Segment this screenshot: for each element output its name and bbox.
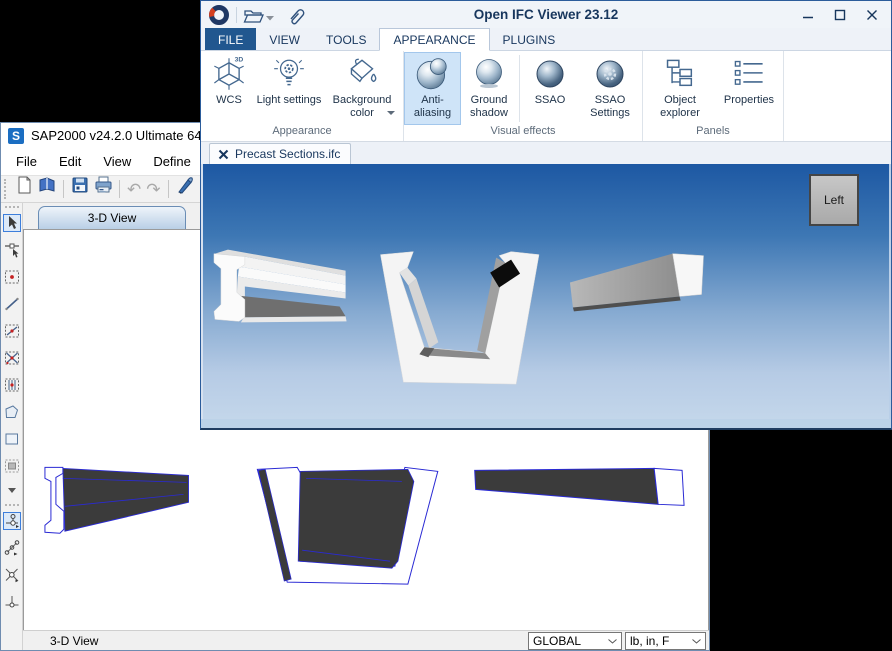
coord-system-dropdown[interactable]: GLOBAL xyxy=(528,632,622,650)
open-folder-icon[interactable] xyxy=(242,5,264,25)
ifc-window-bottom-edge xyxy=(201,419,891,428)
attach-icon[interactable] xyxy=(285,5,307,25)
snap-toolbar-grip[interactable] xyxy=(5,504,19,508)
wireframe-u-girder xyxy=(257,467,437,584)
sap2000-draw-toolbar xyxy=(1,203,23,650)
menu-view[interactable]: View xyxy=(92,150,142,173)
ribbon-group-panels: Object explorer Properties xyxy=(643,51,784,141)
light-settings-button[interactable]: Light settings xyxy=(256,53,322,124)
wcs-button[interactable]: 3D WCS xyxy=(202,53,256,124)
properties-button[interactable]: Properties xyxy=(716,53,782,124)
group-label-panels: Panels xyxy=(644,124,782,141)
tab-view[interactable]: VIEW xyxy=(256,28,313,50)
quick-draw-secondary-beams-icon[interactable] xyxy=(3,376,21,394)
select-tool-icon[interactable] xyxy=(3,214,21,232)
ribbon-group-appearance: 3D WCS Light se xyxy=(201,51,404,141)
ifc-ribbon-tabs: FILE VIEW TOOLS APPEARANCE PLUGINS xyxy=(201,28,891,51)
wcs-3d-axes-icon: 3D xyxy=(211,54,247,94)
ssao-settings-gear-icon xyxy=(592,54,628,94)
group-sub-separator xyxy=(519,55,520,122)
maximize-button[interactable] xyxy=(833,9,847,21)
view-tab-3d[interactable]: 3-D View xyxy=(38,206,186,229)
toolbar-separator xyxy=(63,180,64,198)
model-u-girder xyxy=(380,252,539,384)
status-view-name: 3-D View xyxy=(50,634,98,648)
pen-icon[interactable] xyxy=(176,176,194,194)
group-label-appearance: Appearance xyxy=(202,124,402,141)
close-document-icon[interactable] xyxy=(218,149,229,160)
draw-joint-icon[interactable] xyxy=(3,268,21,286)
menu-define[interactable]: Define xyxy=(142,150,202,173)
open-file-icon[interactable] xyxy=(38,176,56,194)
quick-access-separator xyxy=(236,7,237,23)
tab-appearance[interactable]: APPEARANCE xyxy=(379,28,489,51)
nav-cube-left-face[interactable]: Left xyxy=(809,174,859,226)
draw-toolbar-grip[interactable] xyxy=(5,206,19,210)
save-icon[interactable] xyxy=(71,176,89,194)
chevron-down-icon xyxy=(608,639,617,644)
open-folder-dropdown-caret[interactable] xyxy=(265,15,275,21)
ifc-app-logo xyxy=(207,3,231,27)
menu-edit[interactable]: Edit xyxy=(48,150,92,173)
reshape-tool-icon[interactable] xyxy=(3,241,21,259)
group-label-visual-effects: Visual effects xyxy=(405,124,641,141)
tab-tools[interactable]: TOOLS xyxy=(313,28,379,50)
background-color-button[interactable]: Background color xyxy=(322,53,402,124)
anti-aliasing-sphere-icon xyxy=(414,54,452,94)
toolbar-grip[interactable] xyxy=(4,179,8,199)
document-tab-precast-sections[interactable]: Precast Sections.ifc xyxy=(209,143,351,164)
undo-icon[interactable]: ↶ xyxy=(127,181,141,198)
ground-shadow-sphere-icon xyxy=(471,54,507,94)
snap-to-midpoints-icon[interactable] xyxy=(3,539,21,557)
viewport-canvas xyxy=(203,164,889,419)
ribbon-group-visual-effects: Anti-aliasing Ground shadow xyxy=(404,51,643,141)
ground-shadow-button[interactable]: Ground shadow xyxy=(460,53,518,124)
snap-to-intersections-icon[interactable] xyxy=(3,566,21,584)
ifc-ribbon: 3D WCS Light se xyxy=(201,51,891,142)
wireframe-i-girder xyxy=(45,467,189,533)
light-bulb-gear-icon xyxy=(272,54,306,94)
snap-perpendicular-icon[interactable] xyxy=(3,593,21,611)
redo-icon[interactable]: ↷ xyxy=(146,181,160,198)
draw-frame-icon[interactable] xyxy=(3,295,21,313)
new-model-icon[interactable] xyxy=(15,176,33,194)
model-i-girder xyxy=(214,250,347,323)
wireframe-box-beam xyxy=(475,468,684,505)
properties-list-icon xyxy=(732,54,766,94)
ssao-sphere-icon xyxy=(532,54,568,94)
tab-file[interactable]: FILE xyxy=(205,28,256,50)
print-icon[interactable] xyxy=(94,176,112,194)
svg-text:3D: 3D xyxy=(235,57,244,64)
object-tree-icon xyxy=(663,54,697,94)
ifc-3d-viewport[interactable]: Left xyxy=(201,164,891,419)
more-draw-tools-caret[interactable] xyxy=(8,480,16,498)
quick-draw-braces-icon[interactable] xyxy=(3,349,21,367)
ssao-settings-button[interactable]: SSAO Settings xyxy=(579,53,641,124)
snap-to-joints-icon[interactable] xyxy=(3,512,21,530)
draw-rect-area-icon[interactable] xyxy=(3,430,21,448)
sap2000-statusbar: 3-D View GLOBAL lb, in, F xyxy=(23,630,709,650)
close-button[interactable] xyxy=(865,9,879,21)
minimize-button[interactable] xyxy=(801,9,815,21)
anti-aliasing-button[interactable]: Anti-aliasing xyxy=(405,53,460,124)
draw-poly-area-icon[interactable] xyxy=(3,403,21,421)
ifc-viewer-window: Open IFC Viewer 23.12 FILE VIEW TOOLS AP… xyxy=(200,0,892,430)
quick-draw-area-icon[interactable] xyxy=(3,457,21,475)
paint-bucket-icon xyxy=(343,54,381,94)
units-dropdown[interactable]: lb, in, F xyxy=(625,632,706,650)
object-explorer-button[interactable]: Object explorer xyxy=(644,53,716,124)
sap2000-window-title: SAP2000 v24.2.0 Ultimate 64-bit xyxy=(31,128,220,143)
ssao-button[interactable]: SSAO xyxy=(521,53,579,124)
chevron-down-icon xyxy=(692,639,701,644)
ifc-document-tabs: Precast Sections.ifc xyxy=(201,142,891,164)
quick-draw-frame-icon[interactable] xyxy=(3,322,21,340)
model-box-beam xyxy=(570,254,704,312)
toolbar-separator xyxy=(119,180,120,198)
sap2000-app-icon: S xyxy=(8,128,24,144)
tab-plugins[interactable]: PLUGINS xyxy=(490,28,569,50)
toolbar-separator xyxy=(168,180,169,198)
ifc-titlebar[interactable]: Open IFC Viewer 23.12 xyxy=(201,1,891,28)
menu-file[interactable]: File xyxy=(5,150,48,173)
